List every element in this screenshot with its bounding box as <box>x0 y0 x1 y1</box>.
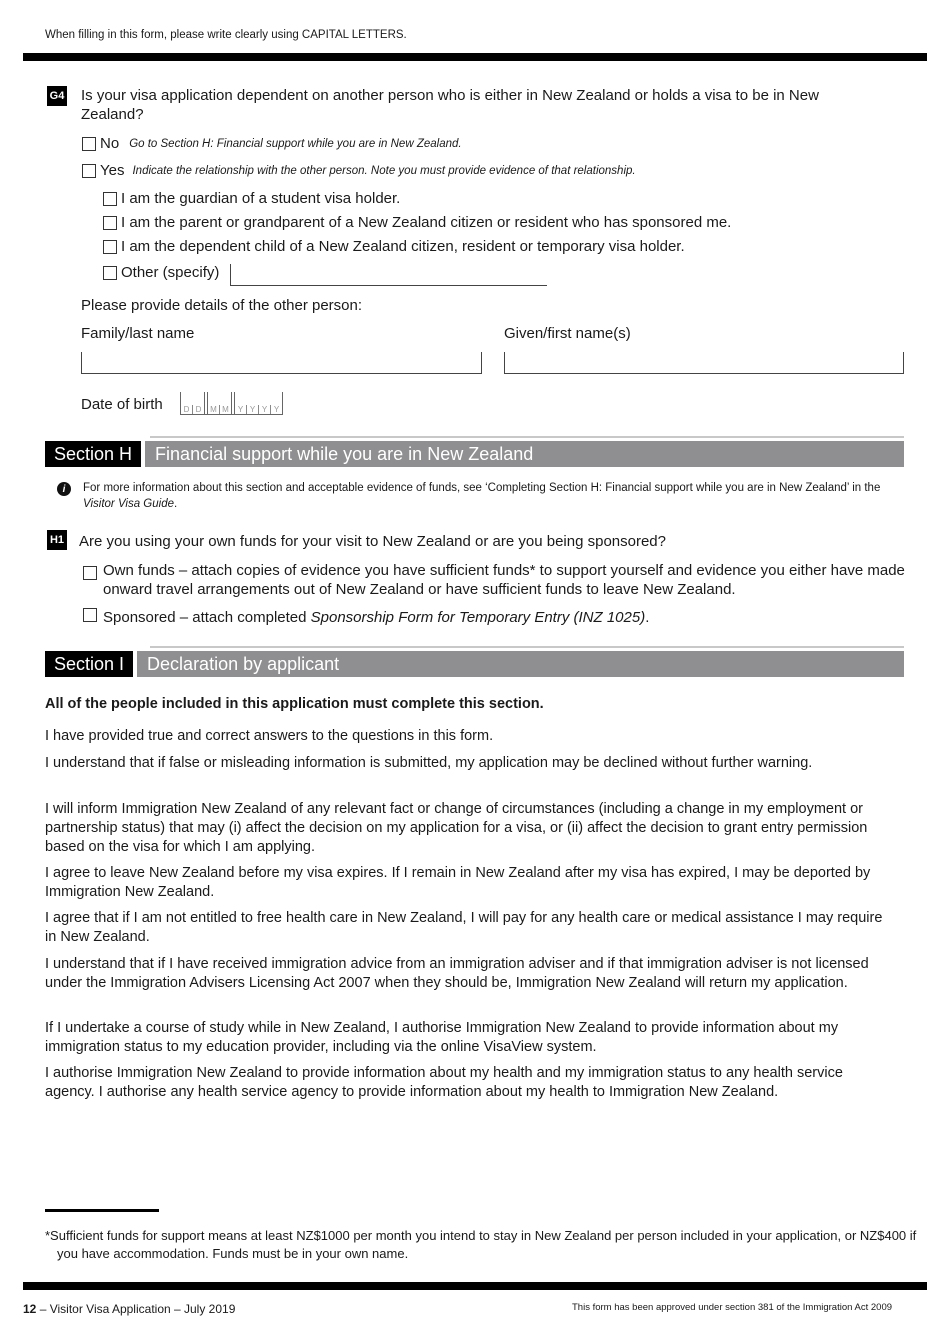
no-label: No <box>100 135 120 152</box>
dob-month-box: M <box>222 405 229 414</box>
yes-checkbox[interactable] <box>82 163 96 178</box>
section-h-title: Financial support while you are in New Z… <box>145 441 904 467</box>
option-yes: Yes Indicate the relationship with the o… <box>82 162 636 179</box>
own-funds-label: Own funds – attach copies of evidence yo… <box>103 562 905 598</box>
declaration-paragraph: I will inform Immigration New Zealand of… <box>45 801 868 855</box>
sponsored-label: Sponsored – attach completed Sponsorship… <box>103 608 649 627</box>
footnote-rule <box>45 1209 159 1212</box>
dob-day-box: D <box>195 405 202 414</box>
footer-left: 12 – Visitor Visa Application – July 201… <box>23 1302 235 1316</box>
sponsored-text: Sponsored – attach completed <box>103 609 311 626</box>
no-hint: Go to Section H: Financial support while… <box>129 137 462 150</box>
yes-label: Yes <box>100 162 125 179</box>
relationship-option: I am the dependent child of a New Zealan… <box>103 238 685 255</box>
parent-label: I am the parent or grandparent of a New … <box>121 214 732 231</box>
question-badge-g4: G4 <box>47 86 67 106</box>
dob-month-box: M <box>208 405 220 414</box>
document-title: – Visitor Visa Application – July 2019 <box>36 1302 236 1316</box>
parent-checkbox[interactable] <box>103 215 117 230</box>
dob-label: Date of birth <box>81 396 163 413</box>
question-g4: Is your visa application dependent on an… <box>81 87 819 123</box>
guardian-checkbox[interactable] <box>103 191 117 206</box>
relationship-option: I am the parent or grandparent of a New … <box>103 214 731 231</box>
dob-year-box: Y <box>247 405 259 414</box>
declaration-paragraph: I agree to leave New Zealand before my v… <box>45 865 871 900</box>
dob-year-box: Y <box>235 405 247 414</box>
relationship-option: I am the guardian of a student visa hold… <box>103 190 400 207</box>
yes-hint: Indicate the relationship with the other… <box>132 164 636 177</box>
declaration-paragraph: I understand that if false or misleading… <box>45 755 813 771</box>
section-i-title: Declaration by applicant <box>137 651 904 677</box>
section-h-header: Section H Financial support while you ar… <box>45 441 904 467</box>
section-h-label: Section H <box>45 441 142 467</box>
other-label: Other (specify) <box>121 264 220 281</box>
dob-year-box: Y <box>273 405 280 414</box>
page-number: 12 <box>23 1302 37 1316</box>
declaration-paragraph: I understand that if I have received imm… <box>45 956 869 991</box>
details-prompt: Please provide details of the other pers… <box>81 297 363 314</box>
sponsorship-form-ref: Sponsorship Form for Temporary Entry (IN… <box>310 609 646 626</box>
info-text-end: . <box>173 498 178 510</box>
family-name-input[interactable] <box>81 352 482 374</box>
question-badge-h1: H1 <box>47 530 67 550</box>
info-text: For more information about this section … <box>83 482 881 494</box>
dependent-child-label: I am the dependent child of a New Zealan… <box>121 238 685 255</box>
capital-letters-note: When filling in this form, please write … <box>45 29 407 41</box>
footnote: *Sufficient funds for support means at l… <box>45 1228 917 1261</box>
section-h-top-line <box>150 436 904 438</box>
section-i-header: Section I Declaration by applicant <box>45 651 904 677</box>
question-h1: Are you using your own funds for your vi… <box>79 533 666 550</box>
section-h-info: For more information about this section … <box>83 480 893 512</box>
no-checkbox[interactable] <box>82 136 96 151</box>
dob-year-box: Y <box>259 405 271 414</box>
declaration-paragraph: I agree that if I am not entitled to fre… <box>45 910 883 945</box>
dob-day-box: D <box>181 405 193 414</box>
section-i-label: Section I <box>45 651 134 677</box>
footer-rule <box>23 1282 927 1290</box>
given-name-label: Given/first name(s) <box>504 325 631 342</box>
other-checkbox[interactable] <box>103 265 117 280</box>
sponsored-checkbox[interactable] <box>83 608 97 622</box>
declaration-paragraph: If I undertake a course of study while i… <box>45 1020 839 1055</box>
option-no: No Go to Section H: Financial support wh… <box>82 135 462 152</box>
family-name-label: Family/last name <box>81 325 195 342</box>
declaration-bold-note: All of the people included in this appli… <box>45 696 544 712</box>
section-i-top-line <box>150 646 904 648</box>
relationship-option: Other (specify) <box>103 264 219 281</box>
guardian-label: I am the guardian of a student visa hold… <box>121 190 401 207</box>
dependent-child-checkbox[interactable] <box>103 239 117 254</box>
declaration-paragraph: I have provided true and correct answers… <box>45 728 494 744</box>
approval-note: This form has been approved under sectio… <box>572 1302 893 1313</box>
own-funds-checkbox[interactable] <box>83 566 97 580</box>
dob-input[interactable]: DD MM YYYY <box>180 392 283 415</box>
visitor-visa-guide-ref: Visitor Visa Guide <box>83 498 174 510</box>
declaration-paragraph: I authorise Immigration New Zealand to p… <box>45 1065 843 1100</box>
info-icon: i <box>57 482 71 496</box>
header-rule <box>23 53 927 61</box>
sponsored-text-end: . <box>645 609 650 626</box>
other-specify-input[interactable] <box>230 264 547 286</box>
given-name-input[interactable] <box>504 352 904 374</box>
